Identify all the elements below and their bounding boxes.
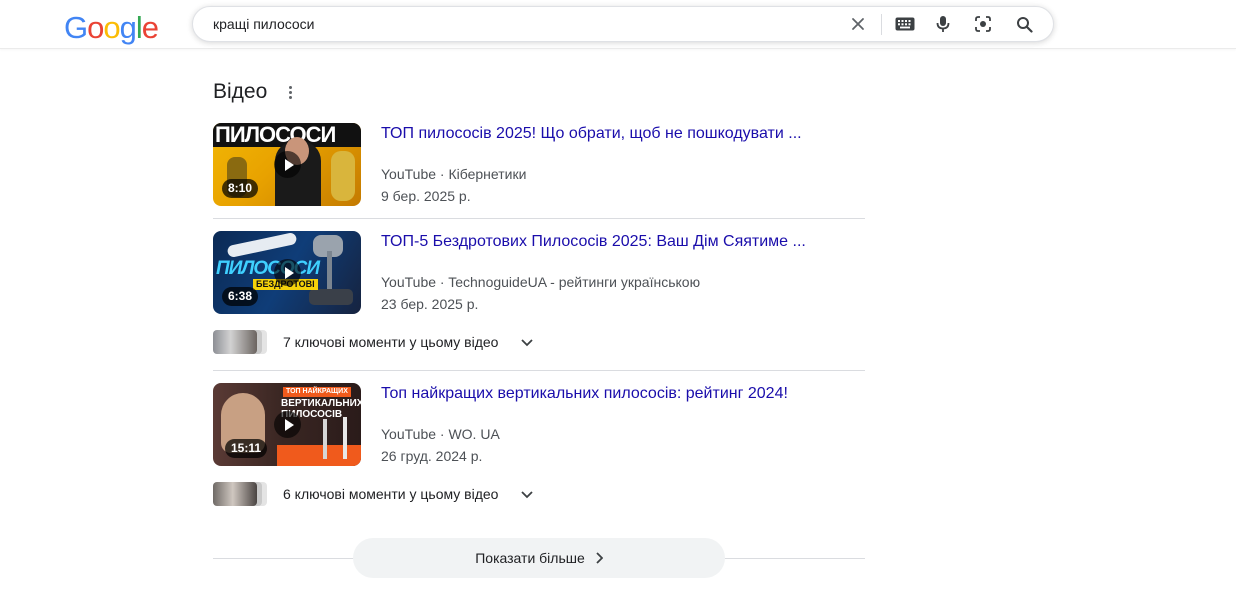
more-vert-icon[interactable] (283, 82, 297, 102)
clear-search-button[interactable] (843, 7, 873, 41)
play-icon (274, 411, 301, 438)
video-duration: 6:38 (222, 287, 259, 306)
play-icon (274, 259, 301, 286)
key-moments-thumbnails (213, 330, 269, 354)
video-date: 9 бер. 2025 р. (381, 188, 471, 204)
thumbnail-text: ПИЛОСОСИ (215, 123, 336, 147)
close-icon (852, 18, 864, 30)
thumbnail-vacuum (327, 251, 332, 291)
show-more-button[interactable]: Показати більше (353, 538, 725, 578)
search-icon (1016, 16, 1033, 33)
key-moments-label: 7 ключові моменти у цьому відео (283, 334, 499, 350)
logo-letter: g (119, 10, 137, 45)
video-source: YouTube · Кібернетики (381, 166, 527, 182)
search-button[interactable] (1009, 7, 1039, 41)
logo-letter: e (141, 10, 159, 45)
video-title-link[interactable]: Топ найкращих вертикальних пилососів: ре… (381, 383, 811, 405)
image-search-button[interactable] (968, 7, 998, 41)
logo-letter: o (103, 10, 120, 45)
top-bar: Google (0, 0, 1236, 49)
key-moments-label: 6 ключові моменти у цьому відео (283, 486, 499, 502)
keyboard-icon (895, 17, 915, 31)
keyboard-button[interactable] (890, 7, 920, 41)
chevron-down-icon (521, 339, 534, 347)
video-result: ПИЛОСОСИ БЕЗДРОТОВІ 6:38 ТОП-5 Бездротов… (213, 231, 865, 314)
google-logo[interactable]: Google (64, 10, 159, 46)
section-header: Відео (213, 78, 297, 106)
video-source: YouTube · TechnoguideUA - рейтинги украї… (381, 274, 701, 290)
video-result: ПИЛОСОСИ 8:10 ТОП пилососів 2025! Що обр… (213, 123, 865, 206)
video-date: 23 бер. 2025 р. (381, 296, 479, 312)
voice-search-button[interactable] (928, 7, 958, 41)
video-result: ТОП НАЙКРАЩИХ ВЕРТИКАЛЬНИХ ПИЛОСОСІВ 15:… (213, 383, 865, 466)
search-divider (881, 14, 882, 35)
show-more-label: Показати більше (475, 550, 585, 566)
video-source: YouTube · WO. UA (381, 426, 500, 442)
video-thumbnail[interactable]: ПИЛОСОСИ БЕЗДРОТОВІ 6:38 (213, 231, 361, 314)
section-title: Відео (213, 80, 268, 103)
thumbnail-vacuum (323, 419, 327, 459)
chevron-right-icon (596, 552, 603, 564)
key-moments-toggle[interactable]: 7 ключові моменти у цьому відео (213, 329, 553, 355)
result-divider (213, 370, 865, 371)
play-icon (274, 151, 301, 178)
lens-icon (975, 16, 991, 32)
video-duration: 15:11 (225, 439, 268, 458)
thumbnail-floor (277, 445, 361, 466)
key-moment-thumb (213, 482, 257, 506)
microphone-icon (936, 16, 950, 32)
logo-letter: G (64, 10, 88, 45)
thumbnail-text: ПИЛОСОСИ (216, 258, 320, 279)
video-date: 26 груд. 2024 р. (381, 448, 483, 464)
search-box (192, 6, 1054, 42)
thumbnail-vacuum (226, 231, 298, 259)
video-title-link[interactable]: ТОП пилососів 2025! Що обрати, щоб не по… (381, 123, 811, 145)
video-title-link[interactable]: ТОП-5 Бездротових Пилососів 2025: Ваш Ді… (381, 231, 811, 253)
video-thumbnail[interactable]: ПИЛОСОСИ 8:10 (213, 123, 361, 206)
thumbnail-vacuum (343, 417, 347, 459)
key-moment-thumb (213, 330, 257, 354)
result-divider (213, 218, 865, 219)
thumbnail-badge: ТОП НАЙКРАЩИХ (283, 387, 351, 397)
logo-letter: o (87, 10, 104, 45)
video-duration: 8:10 (222, 179, 259, 198)
chevron-down-icon (521, 491, 534, 499)
video-thumbnail[interactable]: ТОП НАЙКРАЩИХ ВЕРТИКАЛЬНИХ ПИЛОСОСІВ 15:… (213, 383, 361, 466)
key-moments-thumbnails (213, 482, 269, 506)
thumbnail-vacuum (309, 289, 353, 305)
key-moments-toggle[interactable]: 6 ключові моменти у цьому відео (213, 481, 553, 507)
thumbnail-vacuum (331, 151, 355, 201)
search-input[interactable] (213, 7, 833, 41)
